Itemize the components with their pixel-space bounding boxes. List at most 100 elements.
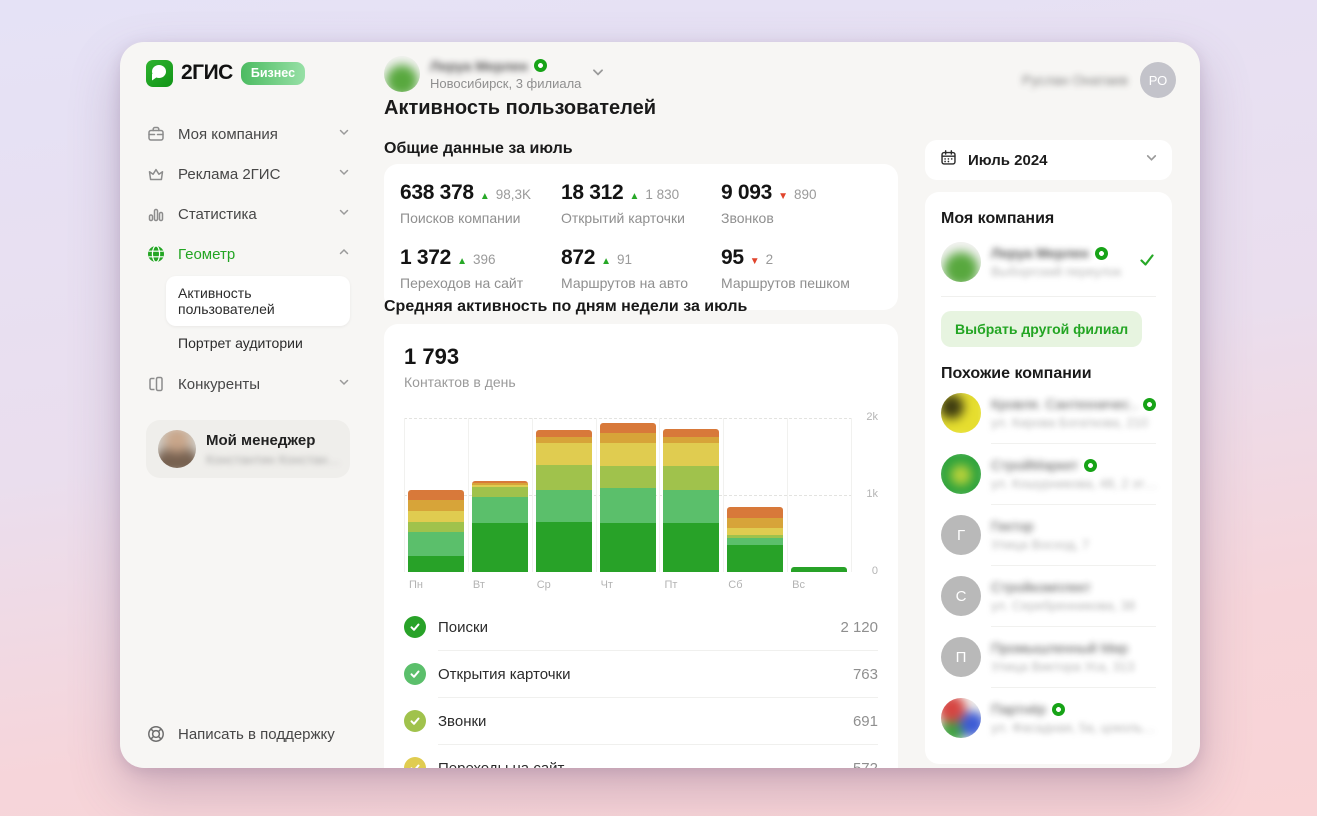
- bar-segment: [727, 538, 784, 546]
- stat-site-clicks: 1 372 ▲ 396 Переходов на сайт: [400, 246, 561, 291]
- bar-segment: [408, 522, 464, 532]
- trend-up-icon: ▲: [601, 256, 612, 267]
- y-axis-tick: 2k: [866, 411, 878, 423]
- similar-company-address-blurred: ул. Серебренникова, 38: [991, 598, 1136, 613]
- stat-delta: 98,3K: [495, 187, 531, 202]
- bar-segment: [408, 511, 464, 523]
- bar-chart: Пн Вт Ср Чт Пт Сб Вс 2k 1k 0: [404, 411, 878, 591]
- submenu-item-user-activity[interactable]: Активность пользователей: [166, 276, 350, 326]
- chevron-down-icon: [1145, 151, 1158, 169]
- competitors-icon: [146, 374, 166, 394]
- main-content: Леруа Мерлен Новосибирск, 3 филиала Акти…: [384, 42, 898, 768]
- sidebar: 2ГИС Бизнес Моя компания Реклама 2ГИС Ст…: [120, 42, 370, 768]
- stat-searches: 638 378 ▲ 98,3K Поисков компании: [400, 181, 561, 226]
- user-menu[interactable]: Руслан Онатаев РО: [1022, 62, 1176, 98]
- similar-company-row[interactable]: П Промышленный Мир Улица Виктора Уса, 31…: [941, 627, 1156, 687]
- manager-title: Мой менеджер: [206, 431, 316, 449]
- similar-company-row[interactable]: Г Гектор Улица Восход, 7: [941, 505, 1156, 565]
- bar-segment: [663, 428, 720, 437]
- similar-company-row[interactable]: С Стройкомплект ул. Серебренникова, 38: [941, 566, 1156, 626]
- verified-badge-icon: [533, 59, 547, 72]
- company-selector[interactable]: Леруа Мерлен Новосибирск, 3 филиала: [384, 56, 605, 92]
- user-avatar: РО: [1140, 62, 1176, 98]
- change-branch-button[interactable]: Выбрать другой филиал: [941, 311, 1143, 347]
- stacked-bar: [535, 429, 592, 572]
- bar-chart-icon: [146, 204, 166, 224]
- bar-segment: [663, 489, 720, 523]
- bar-column-Вт: Вт: [467, 418, 532, 591]
- chevron-down-icon: [338, 165, 350, 183]
- manager-name-blurred: Константин Констан…: [206, 451, 341, 467]
- lifebuoy-icon: [146, 724, 166, 744]
- selected-check-icon: [1138, 251, 1156, 274]
- stacked-bar: [727, 507, 784, 572]
- my-company-row[interactable]: Леруа Мерлен Выборгский переулок: [941, 242, 1156, 297]
- legend-row-site-clicks[interactable]: Переходы на сайт 572: [404, 745, 878, 768]
- my-manager-card[interactable]: Мой менеджер Константин Констан…: [146, 420, 350, 478]
- stacked-bar: [791, 567, 848, 572]
- legend-row-card-opens[interactable]: Открытия карточки 763: [404, 651, 878, 697]
- sidebar-item-label: Конкуренты: [178, 375, 261, 393]
- company-avatar: [384, 56, 420, 92]
- stacked-bar: [408, 489, 464, 572]
- bar-segment: [791, 567, 848, 572]
- similar-company-name-blurred: Промышленный Мир: [991, 640, 1129, 656]
- y-axis-tick: 0: [871, 565, 878, 577]
- trend-up-icon: ▲: [629, 191, 640, 202]
- chart-card: 1 793 Контактов в день Пн Вт Ср Чт Пт Сб Вс 2k…: [384, 324, 898, 768]
- chart-heading: Средняя активность по дням недели за июл…: [384, 298, 748, 315]
- bar-segment: [663, 436, 720, 444]
- page-title: Активность пользователей: [384, 97, 657, 119]
- company-name-blurred: Леруа Мерлен: [430, 57, 528, 74]
- stat-delta: 1 830: [645, 187, 680, 202]
- similar-company-row[interactable]: СтройМаркет ул. Кошурникова, 48, 2 эт…: [941, 444, 1156, 504]
- logo[interactable]: 2ГИС Бизнес: [146, 58, 350, 88]
- stat-label: Маршрутов пешком: [721, 275, 850, 291]
- company-name-blurred: Леруа Мерлен: [991, 245, 1089, 261]
- company-avatar: [941, 242, 981, 282]
- bar-column-Вс: Вс: [787, 418, 853, 591]
- similar-company-address-blurred: ул. Фасадная, 5а, цоколь…: [991, 720, 1156, 735]
- sidebar-item-label: Реклама 2ГИС: [178, 165, 281, 183]
- legend-row-searches[interactable]: Поиски 2 120: [404, 604, 878, 650]
- company-address-blurred: Выборгский переулок: [991, 264, 1122, 279]
- similar-company-name-blurred: Кровля. Сантехничес…: [991, 396, 1137, 412]
- bar-segment: [471, 487, 528, 498]
- sidebar-item-geometr[interactable]: Геометр: [146, 234, 350, 274]
- month-selector[interactable]: Июль 2024: [925, 140, 1172, 180]
- stat-delta: 91: [617, 252, 633, 267]
- stat-car-routes: 872 ▲ 91 Маршрутов на авто: [561, 246, 721, 291]
- trend-down-icon: ▼: [778, 191, 788, 202]
- support-link[interactable]: Написать в поддержку: [146, 724, 335, 744]
- stat-label: Открытий карточки: [561, 210, 685, 226]
- bar-column-Чт: Чт: [595, 418, 660, 591]
- sidebar-item-my-company[interactable]: Моя компания: [146, 114, 350, 154]
- similar-company-avatar: П: [941, 637, 981, 677]
- bar-column-Пн: Пн: [404, 418, 468, 591]
- globe-icon: [146, 244, 166, 264]
- bar-segment: [535, 489, 592, 523]
- sidebar-item-ads[interactable]: Реклама 2ГИС: [146, 154, 350, 194]
- bar-segment: [599, 433, 656, 444]
- stat-label: Маршрутов на авто: [561, 275, 688, 291]
- legend-row-calls[interactable]: Звонки 691: [404, 698, 878, 744]
- company-panel: Моя компания Леруа Мерлен Выборгский пер…: [925, 192, 1172, 764]
- legend-label: Открытия карточки: [438, 665, 571, 683]
- sidebar-item-statistics[interactable]: Статистика: [146, 194, 350, 234]
- check-circle-icon: [404, 757, 426, 768]
- similar-company-row[interactable]: Партнёр ул. Фасадная, 5а, цоколь…: [941, 688, 1156, 748]
- similar-company-address-blurred: ул. Кошурникова, 48, 2 эт…: [991, 476, 1156, 491]
- bar-segment: [599, 487, 656, 523]
- stat-delta: 890: [793, 187, 817, 202]
- similar-company-row[interactable]: Кровля. Сантехничес… ул. Кирова Богатков…: [941, 383, 1156, 443]
- x-axis-label: Пт: [664, 579, 678, 591]
- crown-icon: [146, 164, 166, 184]
- chart-legend: Поиски 2 120 Открытия карточки 763 Звонк…: [404, 604, 878, 768]
- stat-label: Переходов на сайт: [400, 275, 524, 291]
- legend-label: Звонки: [438, 712, 487, 730]
- bar-column-Ср: Ср: [531, 418, 596, 591]
- submenu-item-audience-portrait[interactable]: Портрет аудитории: [166, 326, 350, 360]
- sidebar-item-competitors[interactable]: Конкуренты: [146, 364, 350, 404]
- stat-delta: 396: [472, 252, 496, 267]
- x-axis-label: Чт: [600, 579, 613, 591]
